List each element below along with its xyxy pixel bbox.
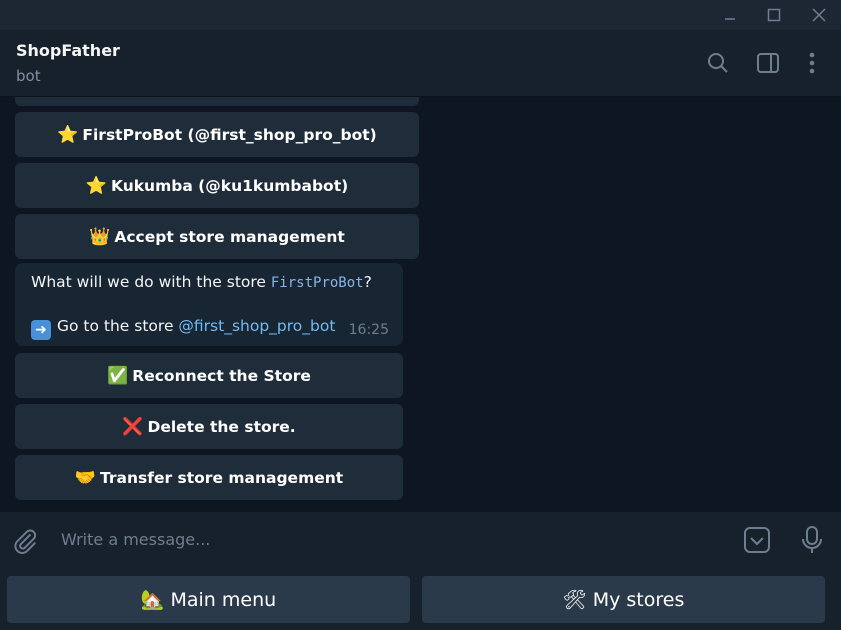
house-icon: 🏡 bbox=[140, 589, 165, 611]
more-vertical-icon[interactable] bbox=[799, 50, 825, 76]
inline-button-label: FirstProBot (@first_shop_pro_bot) bbox=[82, 125, 377, 144]
star-icon: ⭐ bbox=[85, 175, 107, 196]
handshake-icon: 🤝 bbox=[74, 467, 96, 488]
star-icon: ⭐ bbox=[57, 124, 79, 145]
window-titlebar bbox=[0, 0, 841, 30]
store-code[interactable]: FirstProBot bbox=[271, 275, 364, 291]
inline-button-accept-management[interactable]: 👑 Accept store management bbox=[15, 214, 419, 259]
microphone-icon[interactable] bbox=[797, 525, 827, 555]
minimize-icon[interactable] bbox=[707, 0, 753, 30]
reply-button-label: Main menu bbox=[170, 588, 277, 611]
store-link[interactable]: @first_shop_pro_bot bbox=[178, 317, 335, 335]
message-text: Go to the store bbox=[57, 317, 179, 335]
main-menu-button[interactable]: 🏡 Main menu bbox=[7, 576, 410, 623]
sidebar-toggle-icon[interactable] bbox=[755, 50, 781, 76]
inline-button-label: Reconnect the Store bbox=[132, 366, 311, 385]
message-composer: Write a message... bbox=[0, 512, 841, 568]
inline-button-kukumba[interactable]: ⭐ Kukumba (@ku1kumbabot) bbox=[15, 163, 419, 208]
message-text: What will we do with the store bbox=[31, 273, 271, 291]
chat-title: ShopFather bbox=[16, 41, 120, 60]
chat-status: bot bbox=[16, 67, 41, 85]
message-question: What will we do with the store FirstProB… bbox=[31, 273, 372, 291]
message-input[interactable]: Write a message... bbox=[61, 530, 210, 549]
reply-button-label: My stores bbox=[592, 588, 685, 611]
inline-button-label: Kukumba (@ku1kumbabot) bbox=[110, 176, 349, 195]
arrow-right-icon: ➜ bbox=[31, 320, 51, 340]
message-time: 16:25 bbox=[348, 322, 389, 338]
inline-button-hidden[interactable] bbox=[15, 97, 419, 106]
inline-button-label: Accept store management bbox=[114, 227, 345, 246]
chat-header[interactable]: ShopFather bot bbox=[0, 30, 841, 97]
cross-icon: ❌ bbox=[122, 416, 144, 437]
attach-icon[interactable] bbox=[10, 526, 40, 556]
search-icon[interactable] bbox=[705, 50, 731, 76]
inline-button-reconnect[interactable]: ✅ Reconnect the Store bbox=[15, 353, 403, 398]
chat-history[interactable]: ⭐ FirstProBot (@first_shop_pro_bot) ⭐ Ku… bbox=[0, 97, 841, 512]
inline-button-label: Delete the store. bbox=[147, 417, 296, 436]
inline-button-transfer[interactable]: 🤝 Transfer store management bbox=[15, 455, 403, 500]
bot-keyboard-icon[interactable] bbox=[742, 525, 772, 555]
message-text: ? bbox=[363, 273, 372, 291]
my-stores-button[interactable]: 🛠 My stores bbox=[422, 576, 825, 623]
crown-icon: 👑 bbox=[89, 226, 111, 247]
message-goto: ➜ Go to the store @first_shop_pro_bot bbox=[31, 317, 335, 340]
reply-keyboard: 🏡 Main menu 🛠 My stores bbox=[0, 568, 841, 630]
tools-icon: 🛠 bbox=[562, 589, 587, 611]
message-bubble: What will we do with the store FirstProB… bbox=[15, 263, 403, 346]
inline-button-label: Transfer store management bbox=[99, 468, 344, 487]
inline-button-firstprobot[interactable]: ⭐ FirstProBot (@first_shop_pro_bot) bbox=[15, 112, 419, 157]
close-icon[interactable] bbox=[796, 0, 841, 30]
check-icon: ✅ bbox=[107, 365, 129, 386]
maximize-icon[interactable] bbox=[751, 0, 797, 30]
inline-button-delete[interactable]: ❌ Delete the store. bbox=[15, 404, 403, 449]
